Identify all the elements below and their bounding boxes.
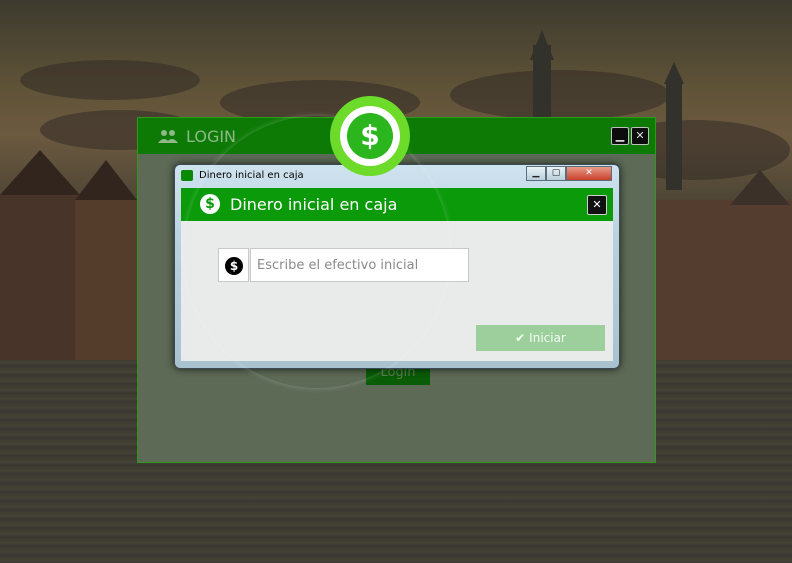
login-close-button[interactable]: ✕: [631, 127, 649, 145]
dinero-dialog: $ Dinero inicial en caja ✕ $ ✔Iniciar: [181, 188, 613, 361]
dialog-close-button[interactable]: ✕: [587, 195, 607, 215]
users-icon: [158, 130, 178, 143]
dollar-icon: $: [200, 194, 220, 214]
spotlight-badge: $: [330, 96, 410, 176]
start-button-label: Iniciar: [529, 331, 566, 345]
frame-close-button[interactable]: ✕: [566, 166, 612, 181]
frame-title: Dinero inicial en caja: [199, 170, 304, 181]
dialog-header: $ Dinero inicial en caja ✕: [181, 188, 613, 221]
start-button[interactable]: ✔ Iniciar: [476, 325, 605, 351]
check-icon: ✔: [515, 331, 526, 345]
frame-minimize-button[interactable]: ▁: [526, 166, 546, 181]
login-minimize-button[interactable]: ▁: [611, 127, 629, 145]
dollar-coin-icon: $: [347, 113, 393, 159]
login-title: LOGIN: [186, 127, 237, 146]
dollar-circle-icon: $: [225, 257, 243, 275]
initial-cash-input[interactable]: [250, 248, 469, 282]
dialog-title: Dinero inicial en caja: [230, 195, 398, 214]
app-icon: [181, 170, 193, 181]
money-icon-box: $: [218, 248, 249, 282]
frame-maximize-button[interactable]: ▢: [546, 166, 566, 181]
